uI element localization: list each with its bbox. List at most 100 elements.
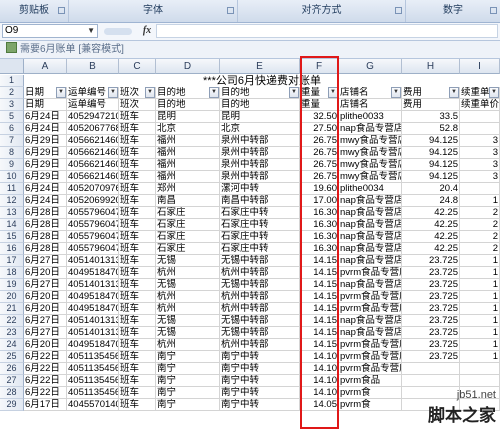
- cell-no[interactable]: 4056621460: [67, 159, 119, 171]
- row-header[interactable]: 8: [0, 147, 24, 159]
- cell-cls[interactable]: 班车: [119, 219, 156, 231]
- filter-header-cell[interactable]: 日期 ▼: [24, 87, 67, 99]
- header-cell[interactable]: 目的地: [220, 99, 300, 111]
- cell-d1[interactable]: 无锡: [156, 315, 220, 327]
- cell-cls[interactable]: 班车: [119, 291, 156, 303]
- header-cell[interactable]: 续重单价: [460, 99, 500, 111]
- cell-w[interactable]: 16.30: [300, 219, 339, 231]
- cell-date[interactable]: 6月28日: [24, 207, 67, 219]
- cell-u[interactable]: [460, 123, 500, 135]
- cell-no[interactable]: 4052067768: [67, 123, 119, 135]
- cell-no[interactable]: 4055796047: [67, 243, 119, 255]
- cell-w[interactable]: 14.10: [300, 375, 339, 387]
- cell-date[interactable]: 6月28日: [24, 231, 67, 243]
- column-header-c[interactable]: C: [119, 59, 156, 74]
- row-header[interactable]: 17: [0, 255, 24, 267]
- cell-u[interactable]: 3: [460, 135, 500, 147]
- cell-date[interactable]: 6月22日: [24, 351, 67, 363]
- cell-d2[interactable]: 石家庄中转: [220, 231, 300, 243]
- cell-d2[interactable]: 南宁中转: [220, 351, 300, 363]
- cell-w[interactable]: 14.15: [300, 255, 339, 267]
- cell-u[interactable]: [460, 363, 500, 375]
- cell-no[interactable]: 4055796047: [67, 207, 119, 219]
- dialog-launcher-icon[interactable]: [58, 7, 65, 14]
- column-header-h[interactable]: H: [402, 59, 460, 74]
- cell-fee[interactable]: 94.125: [402, 171, 460, 183]
- cell-fee[interactable]: 94.125: [402, 135, 460, 147]
- cell-shop[interactable]: pvrm食: [339, 387, 402, 399]
- filter-dropdown-icon[interactable]: ▼: [328, 87, 338, 98]
- cell-w[interactable]: 14.10: [300, 351, 339, 363]
- cell-w[interactable]: 14.10: [300, 387, 339, 399]
- cell-fee[interactable]: 23.725: [402, 351, 460, 363]
- cell-cls[interactable]: 班车: [119, 387, 156, 399]
- cell-d2[interactable]: 杭州中转部: [220, 339, 300, 351]
- cell-w[interactable]: 32.50: [300, 111, 339, 123]
- cell-date[interactable]: 6月24日: [24, 111, 67, 123]
- cell-fee[interactable]: 23.725: [402, 255, 460, 267]
- cell-d2[interactable]: 石家庄中转: [220, 207, 300, 219]
- cell-d1[interactable]: 杭州: [156, 339, 220, 351]
- cell-w[interactable]: 14.15: [300, 291, 339, 303]
- row-header[interactable]: 26: [0, 363, 24, 375]
- row-header[interactable]: 11: [0, 183, 24, 195]
- cell-u[interactable]: 2: [460, 219, 500, 231]
- cell-date[interactable]: 6月29日: [24, 171, 67, 183]
- cell-date[interactable]: 6月24日: [24, 183, 67, 195]
- cell-fee[interactable]: 33.5: [402, 111, 460, 123]
- cell-d2[interactable]: 泉州中转部: [220, 159, 300, 171]
- cell-d2[interactable]: 石家庄中转: [220, 219, 300, 231]
- cell-d1[interactable]: 南宁: [156, 387, 220, 399]
- filter-header-cell[interactable]: 费用 ▼: [402, 87, 460, 99]
- filter-header-cell[interactable]: 目的地 ▼: [156, 87, 220, 99]
- row-header[interactable]: 19: [0, 279, 24, 291]
- cell-d2[interactable]: 杭州中转部: [220, 267, 300, 279]
- cell-d1[interactable]: 郑州: [156, 183, 220, 195]
- cell-d1[interactable]: 南宁: [156, 351, 220, 363]
- cell-w[interactable]: 14.15: [300, 339, 339, 351]
- cell-no[interactable]: 4051135456: [67, 375, 119, 387]
- cell-cls[interactable]: 班车: [119, 207, 156, 219]
- cell-no[interactable]: 4051401313: [67, 327, 119, 339]
- cell-fee[interactable]: [402, 375, 460, 387]
- cell-cls[interactable]: 班车: [119, 147, 156, 159]
- ribbon-group-alignment[interactable]: 对齐方式: [238, 0, 406, 22]
- cell-cls[interactable]: 班车: [119, 255, 156, 267]
- filter-dropdown-icon[interactable]: ▼: [108, 87, 118, 98]
- cell-fee[interactable]: 24.8: [402, 195, 460, 207]
- cell-d2[interactable]: 南宁中转: [220, 363, 300, 375]
- cell-no[interactable]: 4052069920: [67, 195, 119, 207]
- filter-dropdown-icon[interactable]: ▼: [449, 87, 459, 98]
- cell-d1[interactable]: 无锡: [156, 255, 220, 267]
- cell-date[interactable]: 6月20日: [24, 267, 67, 279]
- filter-header-cell[interactable]: 运单编号 ▼: [67, 87, 119, 99]
- filter-dropdown-icon[interactable]: ▼: [145, 87, 155, 98]
- cell-fee[interactable]: 42.25: [402, 219, 460, 231]
- cell-cls[interactable]: 班车: [119, 171, 156, 183]
- cell-w[interactable]: 26.75: [300, 147, 339, 159]
- cell-cls[interactable]: 班车: [119, 339, 156, 351]
- ribbon-group-font[interactable]: 字体: [69, 0, 238, 22]
- cell-d2[interactable]: 石家庄中转: [220, 243, 300, 255]
- cell-no[interactable]: 4051401313: [67, 279, 119, 291]
- cell-date[interactable]: 6月29日: [24, 159, 67, 171]
- row-header[interactable]: 9: [0, 159, 24, 171]
- filter-header-cell[interactable]: 目的地 ▼: [220, 87, 300, 99]
- cell-d1[interactable]: 福州: [156, 147, 220, 159]
- cell-u[interactable]: [460, 111, 500, 123]
- cell-date[interactable]: 6月28日: [24, 243, 67, 255]
- cell-shop[interactable]: nap食品专营店: [339, 255, 402, 267]
- cell-no[interactable]: 4049518470: [67, 267, 119, 279]
- cell-d1[interactable]: 杭州: [156, 291, 220, 303]
- cell-u[interactable]: 3: [460, 171, 500, 183]
- row-header[interactable]: 14: [0, 219, 24, 231]
- cell-d2[interactable]: 杭州中转部: [220, 291, 300, 303]
- cell-date[interactable]: 6月17日: [24, 399, 67, 411]
- cell-shop[interactable]: plithe0034: [339, 183, 402, 195]
- cell-cls[interactable]: 班车: [119, 315, 156, 327]
- cell-date[interactable]: 6月28日: [24, 219, 67, 231]
- cell-u[interactable]: 1: [460, 267, 500, 279]
- cell-shop[interactable]: mwy食品专营店: [339, 135, 402, 147]
- cell-d2[interactable]: 漯河中转: [220, 183, 300, 195]
- cell-d2[interactable]: 泉州中转部: [220, 171, 300, 183]
